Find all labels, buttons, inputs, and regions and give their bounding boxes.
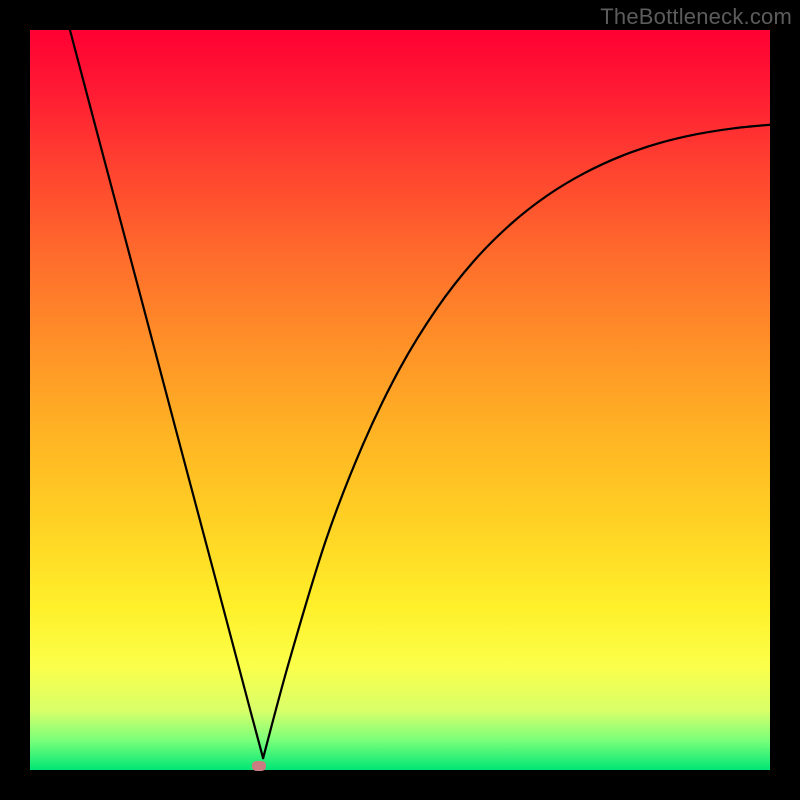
chart-frame: TheBottleneck.com bbox=[0, 0, 800, 800]
minimum-marker bbox=[252, 761, 266, 771]
plot-area bbox=[30, 30, 770, 770]
curve-right-branch bbox=[263, 125, 770, 758]
curve-left-branch bbox=[70, 30, 263, 758]
watermark-text: TheBottleneck.com bbox=[600, 4, 792, 30]
curve-svg bbox=[30, 30, 770, 770]
